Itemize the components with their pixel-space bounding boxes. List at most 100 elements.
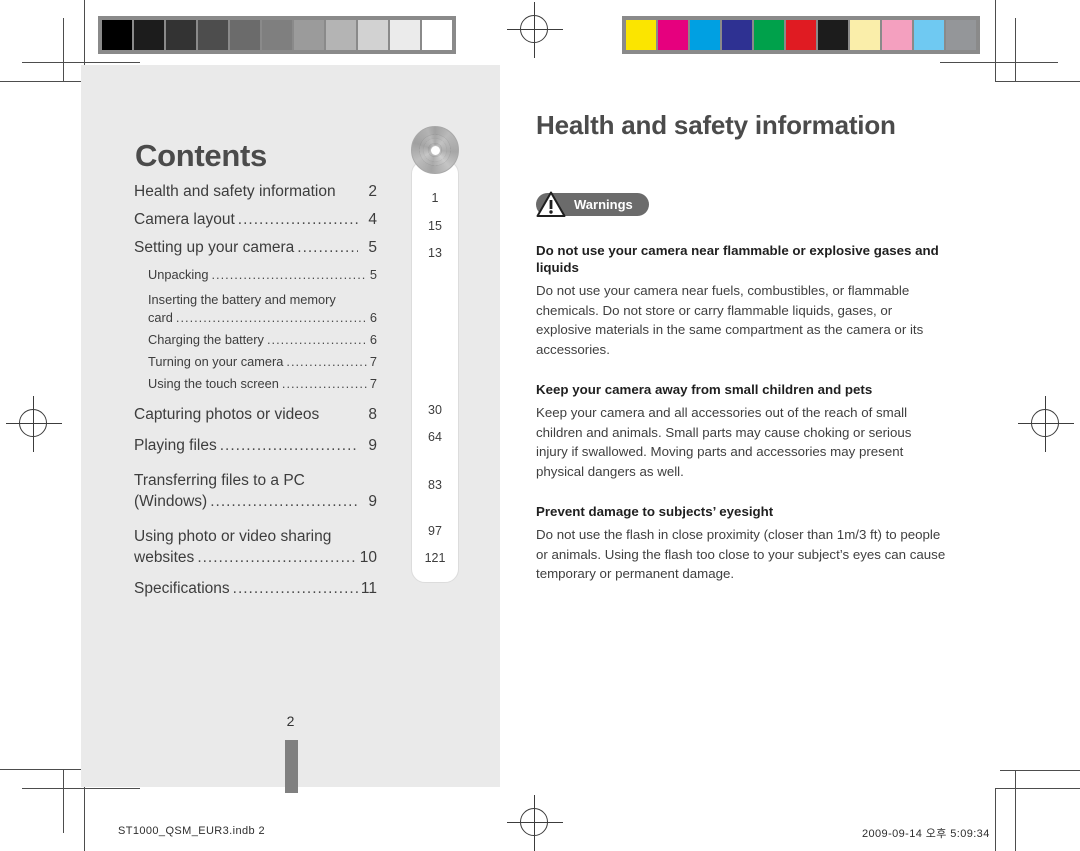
grayscale-swatch-1 <box>134 20 164 50</box>
toc-page-number: 6 <box>369 332 377 347</box>
crop-mark-bottom-right-v <box>1015 770 1017 851</box>
toc-label: Charging the battery <box>148 332 264 347</box>
status-badge-warnings: Warnings <box>536 191 649 217</box>
page-number-footer: 2 <box>286 713 295 729</box>
disc-page-ref-13: 13 <box>428 246 442 260</box>
page-title-health-and-safety: Health and safety information <box>536 110 896 140</box>
toc-leader-dots: ........................................… <box>210 493 358 510</box>
toc-page-number: 11 <box>360 580 377 597</box>
crop-mark-top-right-h <box>940 62 1058 64</box>
grayscale-swatch-2 <box>166 20 196 50</box>
crop-mark-bottom-right-h2 <box>995 788 1080 790</box>
toc-page-number: 4 <box>368 211 377 228</box>
table-of-contents: Health and safety information 2 Camera l… <box>134 183 377 608</box>
toc-label: Specifications <box>134 580 230 597</box>
color-swatch-1 <box>658 20 688 50</box>
grayscale-swatch-6 <box>294 20 324 50</box>
toc-label: Capturing photos or videos <box>134 406 320 423</box>
spine-marker-bar <box>284 740 298 793</box>
toc-leader-dots: ........................................… <box>266 332 367 347</box>
registration-mark-top-center <box>507 2 563 58</box>
health-and-safety-page: Health and safety information Warnings D… <box>536 110 946 584</box>
toc-page-number: 9 <box>368 437 377 454</box>
toc-item-inserting-battery-line1[interactable]: Inserting the battery and memory <box>134 289 377 310</box>
grayscale-swatch-5 <box>262 20 292 50</box>
toc-item-inserting-battery-line2[interactable]: card ...................................… <box>134 310 377 331</box>
toc-page-number: 10 <box>359 549 377 566</box>
toc-item-charging-the-battery[interactable]: Charging the battery ...................… <box>134 332 377 353</box>
crop-mark-top-left-h <box>22 62 140 64</box>
toc-item-using-the-touch-screen[interactable]: Using the touch screen .................… <box>134 376 377 397</box>
color-swatch-10 <box>946 20 976 50</box>
grayscale-calibration-strip <box>98 16 456 54</box>
toc-page-number: 5 <box>368 239 377 256</box>
crop-mark-top-right-v <box>995 0 997 82</box>
color-calibration-strip <box>622 16 980 54</box>
color-swatch-8 <box>882 20 912 50</box>
disc-page-ref-64: 64 <box>428 430 442 444</box>
toc-item-specifications[interactable]: Specifications .........................… <box>134 580 377 605</box>
page-title-contents: Contents <box>135 137 267 173</box>
section-body-flammable: Do not use your camera near fuels, combu… <box>536 283 924 357</box>
disc-page-ref-1: 1 <box>431 191 439 205</box>
grayscale-swatch-0 <box>102 20 132 50</box>
toc-leader-dots: ........................................… <box>281 376 367 391</box>
section-heading-children-pets: Keep your camera away from small childre… <box>536 382 873 397</box>
color-swatch-7 <box>850 20 880 50</box>
crop-mark-bottom-right-h <box>1000 770 1080 772</box>
toc-item-turning-on-your-camera[interactable]: Turning on your camera .................… <box>134 354 377 375</box>
color-swatch-9 <box>914 20 944 50</box>
section-body-children-pets: Keep your camera and all accessories out… <box>536 405 912 479</box>
color-swatch-4 <box>754 20 784 50</box>
toc-item-health-and-safety[interactable]: Health and safety information 2 <box>134 183 377 208</box>
warnings-label: Warnings <box>574 197 633 212</box>
crop-mark-bottom-left-h <box>22 788 140 790</box>
toc-leader-dots: ........................................… <box>297 239 358 256</box>
toc-label: Turning on your camera <box>148 354 284 369</box>
toc-page-number: 2 <box>368 183 377 200</box>
footer-filename: ST1000_QSM_EUR3.indb 2 <box>118 825 265 837</box>
toc-page-number: 9 <box>368 493 377 510</box>
toc-item-unpacking[interactable]: Unpacking ..............................… <box>134 267 377 288</box>
toc-label: Playing files <box>134 437 217 454</box>
toc-label: Inserting the battery and memory <box>148 292 336 307</box>
toc-leader-dots: ........................................… <box>237 211 358 228</box>
color-swatch-3 <box>722 20 752 50</box>
toc-label: card <box>148 310 173 325</box>
crop-mark-top-right-v2 <box>1015 18 1017 82</box>
toc-item-setting-up-your-camera[interactable]: Setting up your camera .................… <box>134 239 377 264</box>
disc-page-ref-15: 15 <box>428 219 442 233</box>
toc-label: Using the touch screen <box>148 376 279 391</box>
color-swatch-0 <box>626 20 656 50</box>
toc-item-camera-layout[interactable]: Camera layout ..........................… <box>134 211 377 236</box>
crop-mark-top-left-h2 <box>0 81 84 83</box>
crop-mark-bottom-right-v2 <box>995 788 997 851</box>
toc-leader-dots: ........................................… <box>197 549 357 566</box>
grayscale-swatch-8 <box>358 20 388 50</box>
toc-label: Using photo or video sharing <box>134 528 332 545</box>
toc-label: (Windows) <box>134 493 208 510</box>
grayscale-swatch-3 <box>198 20 228 50</box>
toc-label: Health and safety information <box>134 183 336 200</box>
toc-item-capturing-photos-or-videos[interactable]: Capturing photos or videos 8 <box>134 406 377 431</box>
toc-item-sharing-websites-line2[interactable]: websites ...............................… <box>134 549 377 574</box>
color-swatch-6 <box>818 20 848 50</box>
toc-item-transferring-files-line2[interactable]: (Windows) ..............................… <box>134 493 377 518</box>
cd-disc-icon <box>411 126 459 174</box>
toc-item-sharing-websites-line1[interactable]: Using photo or video sharing <box>134 524 377 549</box>
disc-page-ref-83: 83 <box>428 478 442 492</box>
section-heading-flammable: Do not use your camera near flammable or… <box>536 243 939 275</box>
toc-item-transferring-files-line1[interactable]: Transferring files to a PC <box>134 468 377 493</box>
toc-label: Transferring files to a PC <box>134 472 305 489</box>
toc-item-playing-files[interactable]: Playing files ..........................… <box>134 437 377 462</box>
toc-page-number: 7 <box>369 354 377 369</box>
grayscale-swatch-9 <box>390 20 420 50</box>
toc-leader-dots: ........................................… <box>219 437 358 454</box>
disc-page-ref-121: 121 <box>424 551 446 565</box>
toc-page-number: 8 <box>368 406 377 423</box>
section-heading-eyesight: Prevent damage to subjects’ eyesight <box>536 504 774 519</box>
toc-label: Unpacking <box>148 267 209 282</box>
toc-label: Setting up your camera <box>134 239 295 256</box>
toc-leader-dots: ........................................… <box>175 310 367 325</box>
registration-mark-bottom-center <box>507 795 563 851</box>
